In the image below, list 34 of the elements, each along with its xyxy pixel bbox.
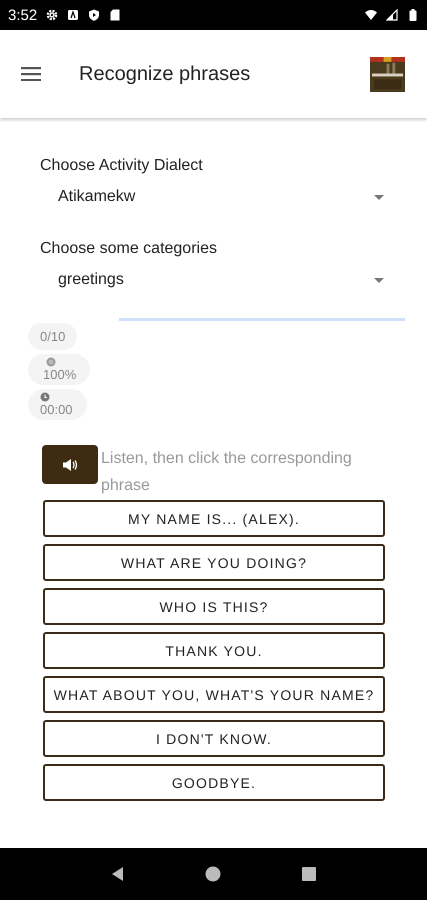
phrase-button[interactable]: WHO IS THIS? <box>43 588 385 625</box>
app-title: Recognize phrases <box>79 62 252 86</box>
instruction-text: Listen, then click the corresponding phrase <box>101 450 352 494</box>
speaker-icon <box>62 458 78 472</box>
stat-chip: 00:00 <box>28 389 87 420</box>
caret-icon <box>374 194 384 200</box>
back-icon[interactable] <box>110 866 126 882</box>
phrase-button[interactable]: WHAT ABOUT YOU, WHAT'S YOUR NAME? <box>43 676 385 713</box>
dialect-dropdown[interactable]: Atikamekw <box>40 175 385 206</box>
sd-card-icon <box>109 9 122 21</box>
signal-icon <box>386 9 398 21</box>
stat-chip: 100% <box>28 354 90 385</box>
field-label: Choose Activity Dialect <box>40 157 204 175</box>
phrase-button[interactable]: WHAT ARE YOU DOING? <box>43 544 385 581</box>
shield-icon <box>88 9 100 21</box>
field-label: Choose some categories <box>40 240 218 258</box>
menu-icon[interactable] <box>21 67 41 81</box>
phrase-button[interactable]: THANK YOU. <box>43 632 385 669</box>
clock-icon <box>40 392 50 402</box>
stat-chip: 0/10 <box>28 323 78 350</box>
battery-icon <box>407 9 419 21</box>
target-icon <box>46 357 56 367</box>
gear-icon <box>46 9 58 21</box>
phrase-button[interactable]: I DON'T KNOW. <box>43 720 385 757</box>
play-sound-button[interactable] <box>42 445 98 484</box>
phrase-button[interactable]: MY NAME IS... (ALEX). <box>43 500 385 537</box>
clock-time: 3:52 <box>8 6 38 24</box>
notification-icon <box>67 9 80 21</box>
recents-icon[interactable] <box>301 866 318 882</box>
category-dropdown[interactable]: greetings <box>40 258 385 289</box>
phrase-button[interactable]: GOODBYE. <box>43 764 385 801</box>
home-icon[interactable] <box>205 866 222 882</box>
caret-icon <box>374 278 384 282</box>
wifi-icon <box>365 9 377 21</box>
